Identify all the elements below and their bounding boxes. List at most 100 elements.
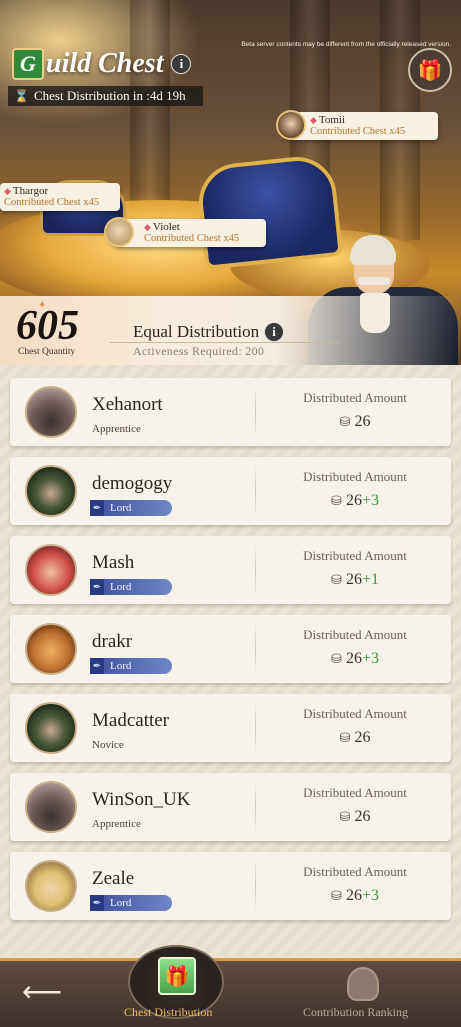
member-rank: Lord bbox=[110, 660, 132, 672]
contributor-text: ◆ Violet Contributed Chest x45 bbox=[144, 221, 239, 247]
chest-icon: ⛁ bbox=[331, 888, 342, 903]
info-icon[interactable]: i bbox=[171, 54, 192, 74]
contributor-text: ◆ Tomii Contributed Chest x45 bbox=[310, 114, 405, 140]
distribution-mode-title: Equal Distribution bbox=[133, 322, 260, 341]
lord-rank-badge: ✒ Lord bbox=[90, 579, 172, 595]
info-icon[interactable]: i bbox=[264, 322, 285, 342]
distributed-amount: ⛁ 26+3 bbox=[285, 650, 425, 668]
contributor-tag[interactable]: ◆ Violet Contributed Chest x45 bbox=[104, 217, 266, 247]
contributor-avatar bbox=[104, 217, 134, 247]
contributor-amount: Contributed Chest x45 bbox=[4, 197, 100, 208]
member-name: drakr bbox=[92, 631, 133, 652]
distributed-amount-label: Distributed Amount bbox=[303, 548, 407, 563]
distributed-amount-label: Distributed Amount bbox=[303, 864, 407, 879]
amount-value: 26 bbox=[354, 413, 371, 430]
gem-icon: ◆ bbox=[310, 115, 317, 125]
distribution-timer: ⌛ Chest Distribution in :4d 19h bbox=[8, 86, 203, 106]
member-rank: Apprentice bbox=[92, 423, 141, 435]
contributor-avatar bbox=[276, 110, 306, 140]
contributor-name: Tomii bbox=[318, 114, 346, 126]
member-row[interactable]: Mash ✒ Lord Distributed Amount ⛁ 26+1 bbox=[10, 536, 451, 604]
member-name: Mash bbox=[92, 552, 135, 573]
feather-icon: ✒ bbox=[90, 658, 104, 674]
member-rank: Apprentice bbox=[92, 818, 141, 830]
member-row[interactable]: WinSon_UK Apprentice Distributed Amount … bbox=[10, 773, 451, 841]
amount-bonus: +3 bbox=[361, 650, 379, 667]
chest-icon: ⛁ bbox=[331, 572, 342, 587]
amount-bonus: +3 bbox=[361, 492, 379, 509]
amount-value: 26 bbox=[345, 650, 362, 667]
divider bbox=[255, 781, 256, 833]
tab-contribution-ranking[interactable]: Contribution Ranking bbox=[295, 965, 435, 1024]
member-avatar[interactable] bbox=[25, 860, 77, 912]
member-avatar[interactable] bbox=[25, 544, 77, 596]
member-avatar[interactable] bbox=[25, 702, 77, 754]
gem-icon: ◆ bbox=[4, 186, 11, 196]
chest-quantity-label: Chest Quantity bbox=[18, 347, 76, 357]
distributed-amount: ⛁ 26+1 bbox=[285, 571, 425, 589]
tab-label: Chest Distribution bbox=[124, 1005, 213, 1019]
gift-icon: 🎁 bbox=[158, 957, 196, 995]
amount-value: 26 bbox=[354, 729, 371, 746]
contributor-tag[interactable]: ◆ Tomii Contributed Chest x45 bbox=[276, 110, 438, 140]
distributed-amount: ⛁ 26 bbox=[285, 413, 425, 431]
activeness-requirement: Activeness Required: 200 bbox=[133, 344, 265, 358]
gift-button[interactable]: 🎁 bbox=[408, 48, 452, 92]
tab-label: Contribution Ranking bbox=[303, 1005, 408, 1019]
member-row[interactable]: drakr ✒ Lord Distributed Amount ⛁ 26+3 bbox=[10, 615, 451, 683]
tab-chest-distribution[interactable]: 🎁 Chest Distribution bbox=[118, 945, 230, 1024]
chest-icon: ⛁ bbox=[339, 414, 351, 429]
member-row[interactable]: Madcatter Novice Distributed Amount ⛁ 26 bbox=[10, 694, 451, 762]
steward-hair bbox=[350, 235, 396, 265]
feather-icon: ✒ bbox=[90, 895, 104, 911]
distributed-amount-label: Distributed Amount bbox=[303, 785, 407, 800]
member-row[interactable]: Xehanort Apprentice Distributed Amount ⛁… bbox=[10, 378, 451, 446]
timer-text: Chest Distribution in :4d 19h bbox=[33, 88, 186, 103]
back-arrow-icon[interactable]: ⟵ bbox=[22, 975, 62, 1009]
member-name: Zeale bbox=[92, 868, 135, 889]
feather-icon: ✒ bbox=[90, 500, 104, 516]
chest-icon: ⛁ bbox=[339, 809, 351, 824]
divider bbox=[110, 342, 340, 343]
member-avatar[interactable] bbox=[25, 386, 77, 438]
member-name: Xehanort bbox=[92, 394, 163, 415]
member-avatar[interactable] bbox=[25, 465, 77, 517]
member-avatar[interactable] bbox=[25, 623, 77, 675]
amount-value: 26 bbox=[345, 492, 362, 509]
hourglass-icon: ⌛ bbox=[14, 88, 29, 103]
chest-icon: ⛁ bbox=[331, 493, 342, 508]
contributor-name: Thargor bbox=[12, 185, 49, 197]
guild-badge-icon: G bbox=[12, 48, 44, 80]
member-row[interactable]: Zeale ✒ Lord Distributed Amount ⛁ 26+3 bbox=[10, 852, 451, 920]
contributor-text: ◆ Thargor Contributed Chest x45 bbox=[4, 185, 99, 211]
member-name: Madcatter bbox=[92, 710, 170, 731]
divider bbox=[255, 386, 256, 438]
lord-rank-badge: ✒ Lord bbox=[90, 658, 172, 674]
chest-icon: ⛁ bbox=[331, 651, 342, 666]
distributed-amount: ⛁ 26 bbox=[285, 729, 425, 747]
amount-bonus: +1 bbox=[361, 571, 379, 588]
amount-value: 26 bbox=[345, 887, 362, 904]
gem-icon: ◆ bbox=[144, 222, 151, 232]
contributor-amount: Contributed Chest x45 bbox=[310, 126, 406, 137]
divider bbox=[255, 702, 256, 754]
member-name: demogogy bbox=[92, 473, 173, 494]
hooded-figure-icon bbox=[347, 967, 379, 1001]
divider bbox=[255, 465, 256, 517]
member-list[interactable]: Xehanort Apprentice Distributed Amount ⛁… bbox=[0, 365, 461, 955]
member-row[interactable]: demogogy ✒ Lord Distributed Amount ⛁ 26+3 bbox=[10, 457, 451, 525]
amount-value: 26 bbox=[345, 571, 362, 588]
distributed-amount-label: Distributed Amount bbox=[303, 390, 407, 405]
distributed-amount: ⛁ 26+3 bbox=[285, 492, 425, 510]
member-avatar[interactable] bbox=[25, 781, 77, 833]
distributed-amount-label: Distributed Amount bbox=[303, 706, 407, 721]
gift-icon: 🎁 bbox=[417, 59, 443, 82]
divider bbox=[255, 860, 256, 912]
divider bbox=[255, 544, 256, 596]
contributor-tag[interactable]: ◆ Thargor Contributed Chest x45 bbox=[0, 183, 120, 211]
chest-icon: ⛁ bbox=[339, 730, 351, 745]
distributed-amount-label: Distributed Amount bbox=[303, 469, 407, 484]
divider bbox=[255, 623, 256, 675]
lord-rank-badge: ✒ Lord bbox=[90, 500, 172, 516]
beta-notice: Beta server contents may be different fr… bbox=[241, 41, 451, 48]
